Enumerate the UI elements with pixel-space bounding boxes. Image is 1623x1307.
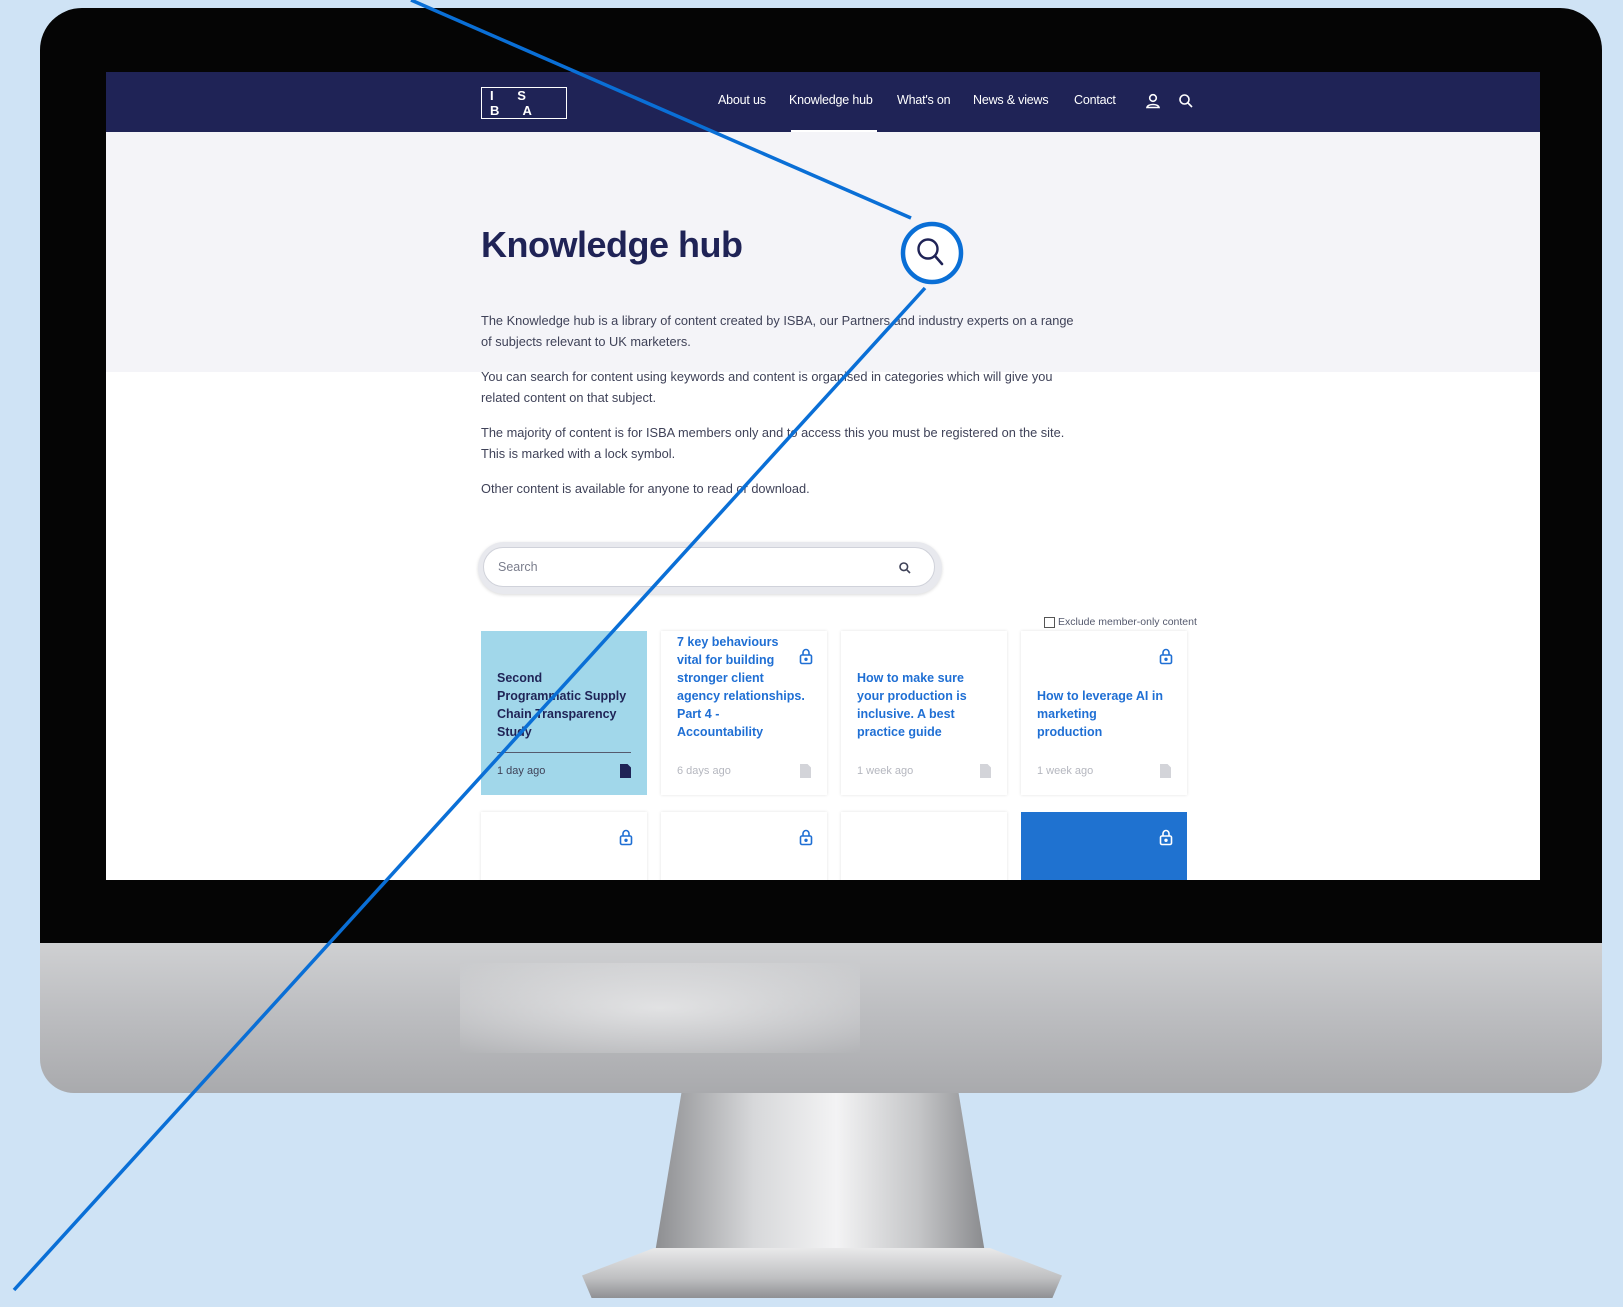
nav-whats-on[interactable]: What's on (897, 93, 951, 107)
exclude-checkbox[interactable] (1044, 616, 1055, 628)
lock-icon (1159, 829, 1173, 846)
screen: I S B A About us Knowledge hub What's on… (106, 72, 1540, 880)
card-date: 6 days ago (677, 765, 731, 777)
search-bar (478, 542, 942, 594)
card-date: 1 day ago (497, 765, 546, 777)
document-icon (800, 764, 811, 778)
search-icon[interactable] (898, 561, 912, 575)
search-icon[interactable] (1177, 92, 1195, 110)
card-date: 1 week ago (857, 765, 914, 777)
card-title[interactable]: Second Programmatic Supply Chain Transpa… (497, 669, 629, 741)
search-input[interactable] (483, 547, 935, 587)
content-card[interactable] (1021, 812, 1187, 880)
content-card[interactable]: 7 key behaviours vital for building stro… (661, 631, 827, 795)
content-card[interactable]: How to leverage AI in marketing producti… (1021, 631, 1187, 795)
page-title: Knowledge hub (481, 224, 743, 265)
lock-icon (799, 829, 813, 846)
nav-about-us[interactable]: About us (718, 93, 766, 107)
exclude-label: Exclude member-only content (1058, 616, 1197, 628)
document-icon (620, 764, 631, 778)
card-title[interactable]: 7 key behaviours vital for building stro… (677, 633, 805, 741)
monitor-stand-base (582, 1248, 1062, 1298)
lock-icon (619, 829, 633, 846)
card-date: 1 week ago (1037, 765, 1094, 777)
monitor-chin (40, 943, 1602, 1093)
content-card[interactable]: How to make sure your production is incl… (841, 631, 1007, 795)
intro-paragraph: The majority of content is for ISBA memb… (481, 425, 1065, 461)
top-navbar: I S B A About us Knowledge hub What's on… (106, 72, 1540, 132)
nav-contact[interactable]: Contact (1074, 93, 1116, 107)
document-icon (980, 764, 991, 778)
lock-icon (1159, 648, 1173, 665)
intro-paragraph: The Knowledge hub is a library of conten… (481, 313, 1074, 349)
content-card[interactable]: Second Programmatic Supply Chain Transpa… (481, 631, 647, 795)
intro-paragraph: You can search for content using keyword… (481, 369, 1053, 405)
exclude-member-content-filter[interactable]: Exclude member-only content (1044, 616, 1197, 628)
content-card[interactable] (841, 812, 1007, 880)
lock-icon (799, 648, 813, 665)
document-icon (1160, 764, 1171, 778)
content-card[interactable] (481, 812, 647, 880)
intro-text: The Knowledge hub is a library of conten… (481, 310, 1081, 513)
user-icon[interactable] (1144, 92, 1162, 110)
content-card[interactable] (661, 812, 827, 880)
card-divider (497, 752, 631, 753)
nav-knowledge-hub[interactable]: Knowledge hub (789, 93, 873, 107)
card-title[interactable]: How to make sure your production is incl… (857, 669, 985, 741)
card-title[interactable]: How to leverage AI in marketing producti… (1037, 687, 1165, 741)
intro-paragraph: Other content is available for anyone to… (481, 481, 810, 496)
isba-logo[interactable]: I S B A (481, 87, 567, 119)
nav-news-views[interactable]: News & views (973, 93, 1049, 107)
monitor-stand (655, 1093, 985, 1253)
